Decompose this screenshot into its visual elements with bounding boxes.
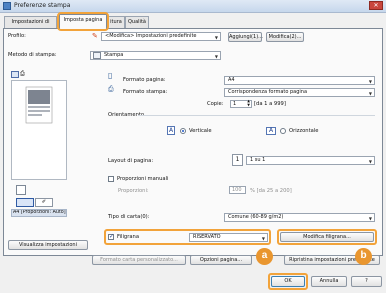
manual-scaling-label: Proporzioni manuali bbox=[117, 176, 169, 182]
manual-scaling-checkbox[interactable] bbox=[108, 176, 114, 182]
page-format-select[interactable]: A4 ▼ bbox=[224, 76, 375, 85]
chevron-down-icon: ▼ bbox=[214, 54, 218, 59]
tab-basic-settings[interactable]: Impostazioni di base bbox=[4, 16, 57, 36]
copies-value: 1 bbox=[233, 101, 237, 107]
landscape-icon: A bbox=[266, 127, 276, 135]
callout-badge-a: a bbox=[256, 248, 273, 265]
watermark-label: Filigrana bbox=[117, 234, 140, 240]
paper-type-value: Comune (60-89 g/m2) bbox=[228, 214, 284, 220]
ratio-input[interactable]: 100 bbox=[229, 186, 246, 194]
orientation-horizontal-radio[interactable] bbox=[280, 128, 286, 134]
page-format-icon: ▯ bbox=[108, 71, 113, 80]
orientation-divider bbox=[138, 115, 375, 116]
help-button[interactable]: ? bbox=[351, 276, 382, 287]
watermark-value: RISERVATO bbox=[193, 234, 221, 240]
layout-icon: 1 bbox=[232, 154, 243, 166]
watermark-checkbox[interactable] bbox=[108, 233, 114, 240]
edit-profile-button[interactable]: Modifica(2)... bbox=[266, 32, 304, 42]
printer-view-icon[interactable]: ⎙ bbox=[20, 71, 28, 78]
output-method-label: Metodo di stampa: bbox=[8, 52, 57, 58]
preview-caption: A4 [Proporzioni: Auto] bbox=[11, 209, 67, 217]
tab-quality[interactable]: Qualità bbox=[125, 16, 149, 28]
portrait-icon: A bbox=[167, 126, 175, 135]
duplex-icon bbox=[16, 185, 26, 195]
page-icon-button[interactable] bbox=[16, 198, 34, 207]
orientation-vertical-label: Verticale bbox=[189, 128, 212, 134]
page-format-label: Formato pagina: bbox=[123, 77, 166, 83]
close-button[interactable]: ✕ bbox=[369, 1, 383, 10]
preview-view-icon[interactable] bbox=[11, 71, 19, 78]
output-format-value: Corrispondenza formato pagina bbox=[228, 89, 308, 95]
title-bar: Preferenze stampa ✕ bbox=[0, 0, 386, 13]
custom-paper-button[interactable]: Formato carta personalizzato... bbox=[92, 255, 186, 265]
layout-label: Layout di pagina: bbox=[108, 158, 154, 164]
output-method-select[interactable]: Stampa ▼ bbox=[90, 51, 221, 60]
output-method-value: Stampa bbox=[104, 52, 124, 58]
profile-value: <Modifica> Impostazioni predefinite bbox=[105, 33, 197, 39]
orientation-vertical-radio[interactable] bbox=[180, 128, 186, 134]
copies-label: Copie: bbox=[207, 101, 224, 107]
add-profile-button[interactable]: Aggiungi(1)... bbox=[228, 32, 263, 42]
watermark-select[interactable]: RISERVATO ▼ bbox=[189, 233, 268, 242]
printer-icon bbox=[3, 2, 11, 10]
copies-range: [da 1 a 999] bbox=[254, 101, 286, 107]
orientation-horizontal-label: Orizzontale bbox=[289, 128, 319, 134]
chevron-down-icon: ▼ bbox=[368, 159, 372, 164]
edit-watermark-button[interactable]: Modifica filigrana... bbox=[280, 232, 374, 242]
layout-value: 1 su 1 bbox=[250, 157, 266, 163]
chevron-down-icon: ▼ bbox=[368, 216, 372, 221]
edit-view-icon[interactable]: ✐ bbox=[35, 198, 53, 207]
spinner-arrows-icon[interactable]: ▲ ▼ bbox=[247, 99, 250, 107]
ok-button[interactable]: OK bbox=[271, 276, 305, 287]
paper-type-select[interactable]: Comune (60-89 g/m2) ▼ bbox=[224, 213, 375, 222]
chevron-down-icon: ▼ bbox=[368, 91, 372, 96]
profile-label: Profilo: bbox=[8, 33, 26, 39]
paper-type-label: Tipo di carta(0): bbox=[108, 214, 150, 220]
callout-badge-b: b bbox=[355, 248, 372, 265]
cancel-button[interactable]: Annulla bbox=[311, 276, 347, 287]
window-title: Preferenze stampa bbox=[14, 2, 71, 9]
page-format-value: A4 bbox=[228, 77, 235, 83]
output-format-select[interactable]: Corrispondenza formato pagina ▼ bbox=[224, 88, 375, 97]
pencil-icon: ✎ bbox=[92, 32, 98, 40]
ratio-label: Proporzioni: bbox=[118, 188, 149, 194]
chevron-down-icon: ▼ bbox=[261, 236, 265, 241]
page-options-button[interactable]: Opzioni pagina... bbox=[190, 255, 252, 265]
ratio-range: % [da 25 a 200] bbox=[250, 188, 292, 194]
ratio-value: 100 bbox=[232, 187, 242, 193]
tab-highlight bbox=[57, 12, 109, 31]
preview-page-graphic bbox=[25, 86, 53, 124]
view-settings-button[interactable]: Visualizza impostazioni bbox=[8, 240, 88, 250]
tab-finishing[interactable]: itura bbox=[107, 16, 125, 28]
output-format-label: Formato stampa: bbox=[123, 89, 168, 95]
layout-select[interactable]: 1 su 1 ▼ bbox=[246, 156, 375, 165]
copies-input[interactable]: 1 ▲ ▼ bbox=[230, 99, 252, 108]
page-preview bbox=[11, 80, 67, 180]
profile-select[interactable]: <Modifica> Impostazioni predefinite ▼ bbox=[101, 32, 221, 41]
chevron-down-icon: ▼ bbox=[214, 35, 218, 40]
output-format-icon: ⎙ bbox=[108, 85, 114, 93]
chevron-down-icon: ▼ bbox=[368, 79, 372, 84]
print-icon bbox=[93, 52, 101, 59]
